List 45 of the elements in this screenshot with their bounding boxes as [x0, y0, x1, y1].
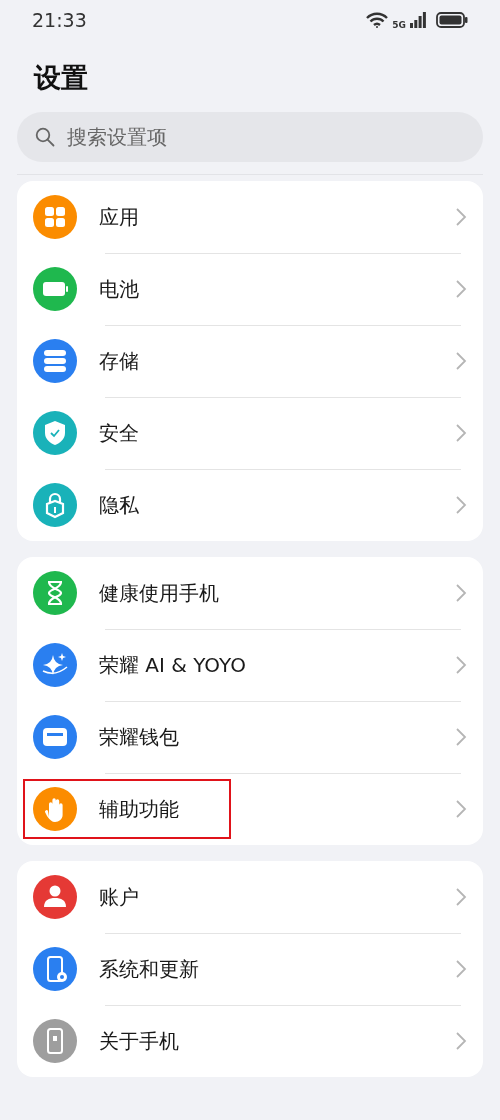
settings-item[interactable]: 应用 [17, 181, 467, 254]
item-label: 账户 [99, 884, 139, 912]
item-label: 电池 [99, 276, 139, 304]
item-label: 关于手机 [99, 1028, 179, 1056]
settings-item[interactable]: 隐私 [17, 469, 467, 542]
item-label: 荣耀 AI & YOYO [99, 652, 246, 680]
signal-icon [410, 12, 426, 28]
item-label: 辅助功能 [99, 796, 179, 824]
settings-item[interactable]: 荣耀 AI & YOYO [17, 629, 467, 702]
settings-item[interactable]: 关于手机 [17, 1005, 467, 1078]
wifi-icon [366, 12, 389, 28]
settings-item[interactable]: 辅助功能 [17, 773, 467, 846]
item-label: 健康使用手机 [99, 580, 219, 608]
settings-item[interactable]: 安全 [17, 397, 467, 470]
item-label: 安全 [99, 420, 139, 448]
settings-item[interactable]: 电池 [17, 253, 467, 326]
settings-item[interactable]: 存储 [17, 325, 467, 398]
item-label: 系统和更新 [99, 956, 199, 984]
chevron-right-icon [455, 207, 467, 228]
chevron-right-icon [455, 351, 467, 372]
item-label: 荣耀钱包 [99, 724, 179, 752]
chevron-right-icon [455, 583, 467, 604]
page-title: 设置 [32, 61, 89, 95]
chevron-right-icon [455, 799, 467, 820]
settings-item[interactable]: 系统和更新 [17, 933, 467, 1006]
chevron-right-icon [455, 959, 467, 980]
item-label: 应用 [99, 204, 139, 232]
chevron-right-icon [455, 887, 467, 908]
network-type: 5G [392, 20, 406, 30]
battery-icon [436, 12, 468, 28]
search-bar[interactable]: 搜索设置项 [17, 112, 483, 163]
settings-item[interactable]: 健康使用手机 [17, 557, 467, 630]
search-icon [35, 127, 55, 148]
chevron-right-icon [455, 279, 467, 300]
chevron-right-icon [455, 655, 467, 676]
settings-item[interactable]: 账户 [17, 861, 467, 934]
chevron-right-icon [455, 727, 467, 748]
chevron-right-icon [455, 423, 467, 444]
chevron-right-icon [455, 495, 467, 516]
settings-item[interactable]: 荣耀钱包 [17, 701, 467, 774]
search-field[interactable]: 搜索设置项 [65, 121, 465, 154]
chevron-right-icon [455, 1031, 467, 1052]
item-label: 存储 [99, 348, 139, 376]
status-time: 21:33 [32, 7, 87, 33]
item-label: 隐私 [99, 492, 139, 520]
